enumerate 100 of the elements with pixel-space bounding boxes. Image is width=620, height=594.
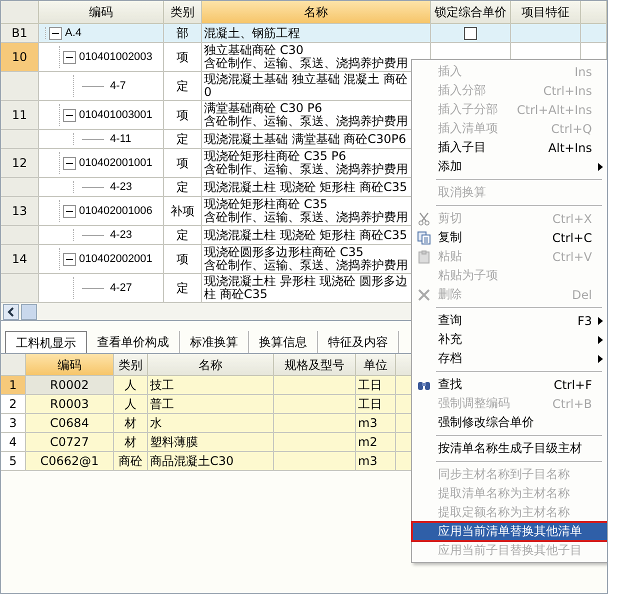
table-cell: 人 bbox=[114, 395, 148, 414]
menu-item[interactable]: 应用当前清单替换其他清单 bbox=[412, 522, 607, 541]
tab[interactable]: 工料机显示 bbox=[5, 331, 87, 353]
table-cell: 定 bbox=[164, 226, 202, 245]
item-code: 010401002003 bbox=[79, 50, 152, 64]
table-cell: 项 bbox=[164, 101, 202, 130]
menu-item[interactable]: 存档 bbox=[412, 349, 607, 368]
row-number: 10 bbox=[1, 43, 39, 72]
row-number: 4 bbox=[1, 433, 26, 452]
table-cell: 定 bbox=[164, 72, 202, 101]
table-cell: 独立基础商砼 C30 含砼制作、运输、泵送、浇捣养护费用 bbox=[202, 43, 431, 72]
header-cell bbox=[581, 1, 607, 24]
column-header[interactable]: 单位 bbox=[356, 354, 396, 376]
menu-item[interactable]: 补充 bbox=[412, 330, 607, 349]
scissors-icon bbox=[417, 212, 431, 226]
header-cell bbox=[1, 354, 26, 376]
submenu-arrow-icon bbox=[598, 162, 602, 170]
table-cell: 材 bbox=[114, 414, 148, 433]
row-number: B1 bbox=[1, 24, 39, 43]
column-header[interactable]: 类别 bbox=[164, 1, 202, 24]
tree-line bbox=[82, 138, 104, 140]
column-header[interactable]: 编码 bbox=[39, 1, 164, 24]
table-cell: 定 bbox=[164, 178, 202, 197]
item-code: 4-11 bbox=[110, 132, 132, 146]
column-header[interactable]: 项目特征 bbox=[511, 1, 581, 24]
row-number: 2 bbox=[1, 395, 26, 414]
column-header[interactable]: 名称 bbox=[148, 354, 274, 376]
item-code: 4-7 bbox=[110, 80, 126, 92]
tab[interactable]: 查看单价构成 bbox=[87, 331, 180, 353]
collapse-toggle[interactable] bbox=[63, 50, 76, 64]
table-cell: m3 bbox=[356, 452, 396, 471]
item-code: 4-27 bbox=[110, 282, 132, 294]
item-code: 010401003001 bbox=[79, 108, 152, 122]
menu-item[interactable]: 查询 F3 bbox=[412, 311, 607, 330]
header-cell bbox=[1, 1, 39, 24]
table-cell: 定 bbox=[164, 130, 202, 149]
table-cell: R0003 bbox=[26, 395, 114, 414]
table-cell: 补项 bbox=[164, 197, 202, 226]
row-number: 12 bbox=[1, 149, 39, 178]
column-header[interactable]: 规格及型号 bbox=[274, 354, 356, 376]
row-number: 5 bbox=[1, 452, 26, 471]
table-cell: 项 bbox=[164, 43, 202, 72]
table-cell: C0662@1 bbox=[26, 452, 114, 471]
table-cell: C0684 bbox=[26, 414, 114, 433]
tab[interactable]: 特征及内容 bbox=[318, 331, 399, 353]
scroll-left-button[interactable] bbox=[3, 304, 19, 320]
table-cell: 材 bbox=[114, 433, 148, 452]
item-code: 4-23 bbox=[110, 228, 132, 242]
column-header[interactable]: 锁定综合单价 bbox=[431, 1, 511, 24]
lock-checkbox[interactable] bbox=[464, 26, 477, 40]
table-cell: 水 bbox=[148, 414, 274, 433]
table-cell: R0002 bbox=[26, 376, 114, 395]
collapse-toggle[interactable] bbox=[49, 26, 62, 40]
row-number: 11 bbox=[1, 101, 39, 130]
table-cell: 项 bbox=[164, 245, 202, 274]
scrollbar-thumb[interactable] bbox=[21, 304, 37, 320]
item-code: 4-23 bbox=[110, 180, 132, 194]
submenu-arrow-icon bbox=[598, 336, 602, 344]
menu-item[interactable]: 按清单名称生成子目级主材 bbox=[412, 439, 607, 458]
submenu-arrow-icon bbox=[598, 316, 602, 324]
table-cell: 商品混凝土C30 bbox=[148, 452, 274, 471]
table-cell: 工日 bbox=[356, 395, 396, 414]
row-number: 3 bbox=[1, 414, 26, 433]
copy-icon bbox=[417, 230, 431, 244]
table-cell bbox=[581, 24, 607, 43]
table-cell: 技工 bbox=[148, 376, 274, 395]
table-cell: 混凝土、钢筋工程 bbox=[202, 24, 431, 43]
column-header[interactable]: 类别 bbox=[114, 354, 148, 376]
submenu-arrow-icon bbox=[598, 354, 602, 362]
table-cell: C0727 bbox=[26, 433, 114, 452]
tree-line bbox=[82, 234, 104, 236]
table-cell: 工日 bbox=[356, 376, 396, 395]
item-code: A.4 bbox=[65, 26, 82, 40]
item-code: 010402001001 bbox=[79, 156, 152, 170]
table-cell: 人 bbox=[114, 376, 148, 395]
collapse-toggle[interactable] bbox=[63, 108, 76, 122]
menu-item[interactable]: 强制修改综合单价 bbox=[412, 413, 607, 432]
table-cell: m3 bbox=[356, 414, 396, 433]
collapse-toggle[interactable] bbox=[63, 204, 76, 218]
row-number: 13 bbox=[1, 197, 39, 226]
table-cell: 项 bbox=[164, 149, 202, 178]
collapse-toggle[interactable] bbox=[63, 156, 76, 170]
table-cell: m2 bbox=[356, 433, 396, 452]
column-header[interactable]: 编码 bbox=[26, 354, 114, 376]
row-number: 14 bbox=[1, 245, 39, 274]
menu-item[interactable]: 查找 Ctrl+F bbox=[412, 375, 607, 394]
tree-line bbox=[82, 186, 104, 188]
table-cell: 塑料薄膜 bbox=[148, 433, 274, 452]
table-cell: 部 bbox=[164, 24, 202, 43]
tab[interactable]: 标准换算 bbox=[180, 331, 249, 353]
table-cell: 商砼 bbox=[114, 452, 148, 471]
column-header[interactable]: 名称 bbox=[202, 1, 431, 24]
tab[interactable]: 换算信息 bbox=[249, 331, 318, 353]
table-cell: 定 bbox=[164, 274, 202, 303]
clipboard-icon bbox=[417, 250, 431, 264]
table-cell: 普工 bbox=[148, 395, 274, 414]
row-number: 1 bbox=[1, 376, 26, 395]
collapse-toggle[interactable] bbox=[63, 252, 76, 266]
item-code: 010402001006 bbox=[79, 204, 152, 218]
item-code: 010402002001 bbox=[79, 252, 152, 266]
